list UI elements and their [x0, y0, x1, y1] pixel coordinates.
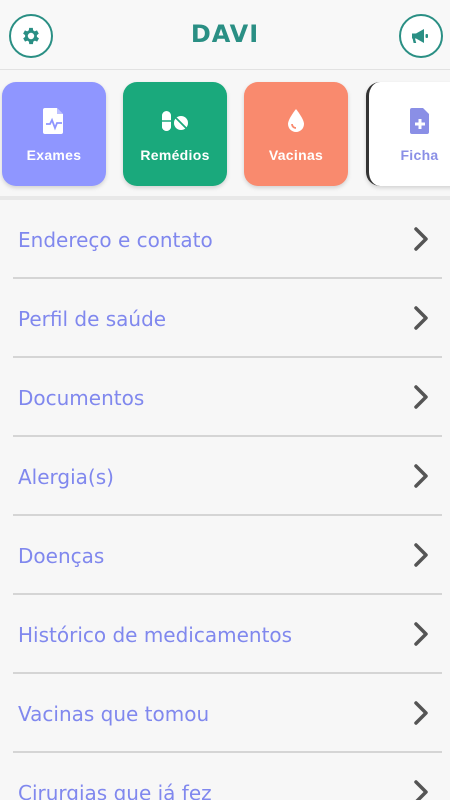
chevron-right-icon	[414, 622, 428, 646]
page-title: DAVI	[190, 20, 260, 48]
chevron-right-icon	[414, 780, 428, 800]
menu-item-endereco[interactable]: Endereço e contato	[13, 200, 442, 279]
chevron-right-icon	[414, 306, 428, 330]
menu-item-label: Endereço e contato	[18, 227, 213, 252]
tile-label: Vacinas	[268, 147, 324, 163]
menu-item-label: Histórico de medicamentos	[18, 622, 293, 647]
chevron-right-icon	[414, 543, 428, 567]
menu-item-documentos[interactable]: Documentos	[13, 358, 442, 437]
tile-remedios[interactable]: Remédios	[123, 82, 227, 186]
pills-icon	[161, 107, 189, 135]
menu-list: Endereço e contato Perfil de saúde Docum…	[0, 200, 450, 800]
megaphone-icon	[412, 29, 428, 43]
shortcut-tiles: Exames Remédios Vacinas Ficha	[0, 70, 450, 198]
chevron-right-icon	[414, 701, 428, 725]
menu-item-label: Documentos	[18, 385, 145, 410]
drop-icon	[282, 107, 310, 135]
tile-exames[interactable]: Exames	[2, 82, 106, 186]
menu-item-label: Alergia(s)	[18, 464, 114, 489]
chevron-right-icon	[414, 227, 428, 251]
tile-ficha[interactable]: Ficha	[366, 82, 450, 186]
menu-item-alergias[interactable]: Alergia(s)	[13, 437, 442, 516]
menu-item-historico[interactable]: Histórico de medicamentos	[13, 595, 442, 674]
chevron-right-icon	[414, 385, 428, 409]
file-plus-icon	[406, 107, 434, 135]
menu-item-label: Vacinas que tomou	[18, 701, 210, 726]
menu-item-label: Perfil de saúde	[18, 306, 167, 331]
menu-item-label: Doenças	[18, 543, 105, 568]
tile-label: Ficha	[400, 147, 439, 163]
chevron-right-icon	[414, 464, 428, 488]
menu-item-vacinas[interactable]: Vacinas que tomou	[13, 674, 442, 753]
menu-item-label: Cirurgias que já fez	[18, 780, 212, 800]
announcements-button[interactable]	[399, 14, 443, 58]
tile-vacinas[interactable]: Vacinas	[244, 82, 348, 186]
file-medical-icon	[40, 107, 68, 135]
app-header: DAVI	[0, 0, 450, 70]
menu-item-cirurgias[interactable]: Cirurgias que já fez	[13, 753, 442, 800]
menu-item-perfil[interactable]: Perfil de saúde	[13, 279, 442, 358]
menu-item-doencas[interactable]: Doenças	[13, 516, 442, 595]
tile-label: Exames	[26, 147, 82, 163]
tile-label: Remédios	[140, 147, 210, 163]
